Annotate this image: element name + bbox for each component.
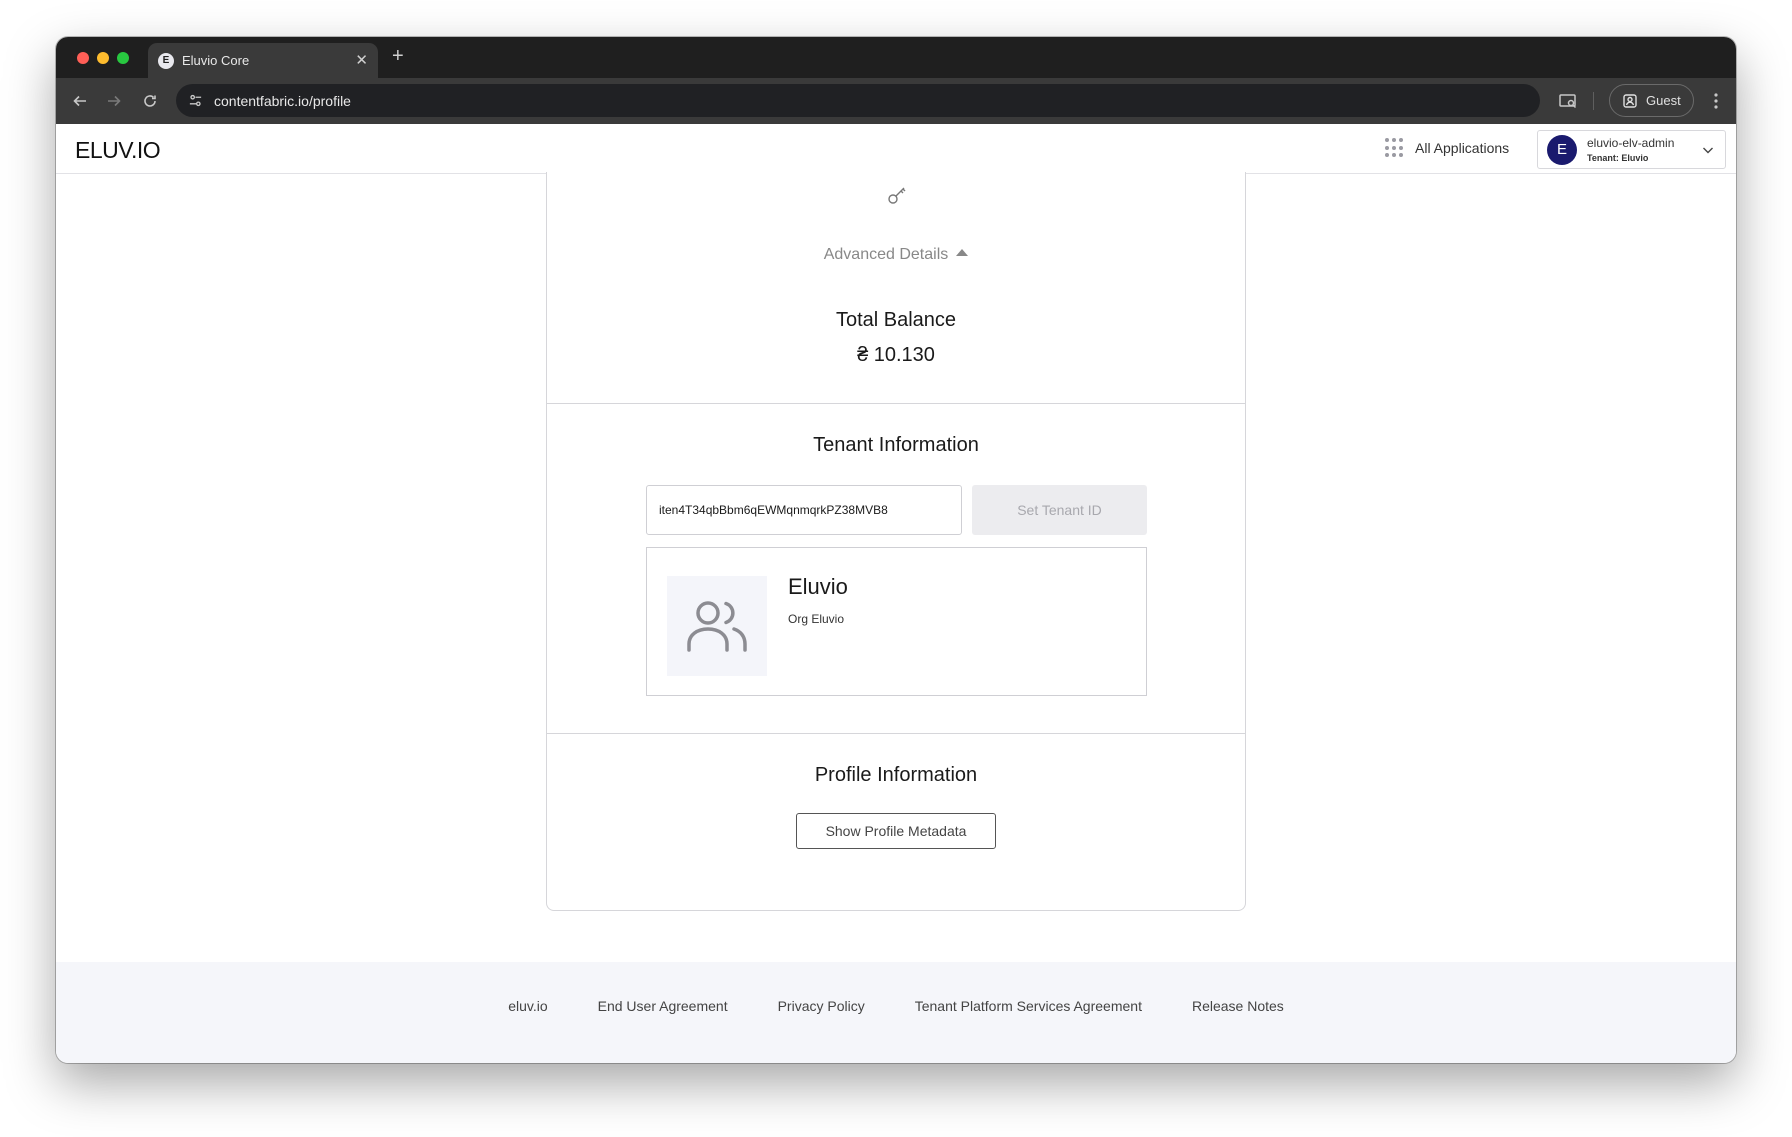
key-icon: [888, 187, 906, 204]
profile-card: Advanced Details Total Balance ₴ 10.130 …: [546, 172, 1246, 911]
footer-link-end-user-agreement[interactable]: End User Agreement: [598, 998, 728, 1014]
toolbar-separator: [1593, 92, 1594, 110]
apps-grid-icon: [1385, 138, 1405, 158]
footer-link-eluvio[interactable]: eluv.io: [508, 998, 547, 1014]
user-name: eluvio-elv-admin: [1587, 136, 1675, 150]
new-tab-icon[interactable]: +: [392, 46, 404, 66]
tenant-logo: [667, 576, 767, 676]
show-profile-metadata-button[interactable]: Show Profile Metadata: [796, 813, 996, 849]
tab-favicon-icon: E: [158, 52, 174, 69]
forward-arrow-icon[interactable]: [104, 91, 124, 111]
chevron-down-icon: [1703, 147, 1713, 154]
tab-search-icon[interactable]: [1558, 91, 1578, 111]
eluvio-logo[interactable]: ELUV.IO: [75, 137, 161, 164]
browser-toolbar: contentfabric.io/profile Guest: [56, 78, 1736, 124]
advanced-details-toggle[interactable]: Advanced Details: [547, 246, 1245, 264]
all-applications-label: All Applications: [1415, 140, 1510, 156]
url-text[interactable]: contentfabric.io/profile: [214, 93, 351, 109]
tab-bar: E Eluvio Core ✕ +: [56, 37, 1736, 78]
browser-menu-icon[interactable]: [1706, 91, 1726, 111]
footer-link-release-notes[interactable]: Release Notes: [1192, 998, 1284, 1014]
close-window-button[interactable]: [77, 52, 89, 64]
footer-link-tenant-platform-services-agreement[interactable]: Tenant Platform Services Agreement: [915, 998, 1142, 1014]
advanced-details-label: Advanced Details: [823, 246, 949, 263]
close-tab-icon[interactable]: ✕: [355, 53, 368, 68]
profile-information-title: Profile Information: [814, 764, 978, 786]
tenant-name: Eluvio: [788, 574, 848, 599]
site-settings-icon[interactable]: [186, 92, 204, 110]
browser-window: E Eluvio Core ✕ + contentfabric.io/profi…: [56, 37, 1736, 1063]
balance-amount: 10.130: [873, 344, 935, 366]
set-tenant-id-button[interactable]: Set Tenant ID: [972, 485, 1147, 535]
footer: eluv.io End User Agreement Privacy Polic…: [56, 962, 1736, 1063]
footer-link-privacy-policy[interactable]: Privacy Policy: [778, 998, 865, 1014]
users-group-icon: [687, 601, 747, 652]
currency-symbol: ₴: [857, 344, 869, 366]
tenant-id-input[interactable]: [646, 485, 962, 535]
tenant-card: Eluvio Org Eluvio: [646, 547, 1147, 696]
user-menu-button[interactable]: E eluvio-elv-admin Tenant: Eluvio: [1537, 130, 1726, 169]
browser-tab[interactable]: E Eluvio Core ✕: [148, 43, 378, 78]
app-header: ELUV.IO All Applications E eluvio-elv-ad…: [56, 124, 1736, 174]
maximize-window-button[interactable]: [117, 52, 129, 64]
back-arrow-icon[interactable]: [70, 91, 90, 111]
guest-label: Guest: [1646, 93, 1681, 108]
tenant-description: Org Eluvio: [788, 612, 845, 626]
avatar: E: [1547, 134, 1577, 165]
user-info: eluvio-elv-admin Tenant: Eluvio: [1587, 136, 1674, 163]
footer-links: eluv.io End User Agreement Privacy Polic…: [56, 998, 1736, 1014]
user-tenant: Tenant: Eluvio: [1587, 153, 1649, 163]
address-bar[interactable]: contentfabric.io/profile: [176, 84, 1540, 117]
section-divider: [547, 733, 1245, 734]
main-content: Advanced Details Total Balance ₴ 10.130 …: [56, 172, 1736, 962]
total-balance-value: ₴ 10.130: [547, 344, 1245, 367]
caret-up-icon: [956, 249, 969, 256]
tenant-information-title: Tenant Information: [813, 434, 979, 456]
reload-icon[interactable]: [140, 91, 160, 111]
minimize-window-button[interactable]: [97, 52, 109, 64]
total-balance-label: Total Balance: [835, 309, 957, 331]
profile-icon: [1623, 93, 1637, 108]
all-applications-button[interactable]: All Applications: [1385, 138, 1509, 158]
guest-profile-button[interactable]: Guest: [1609, 84, 1694, 117]
tab-title: Eluvio Core: [182, 53, 250, 68]
section-divider: [547, 403, 1245, 404]
